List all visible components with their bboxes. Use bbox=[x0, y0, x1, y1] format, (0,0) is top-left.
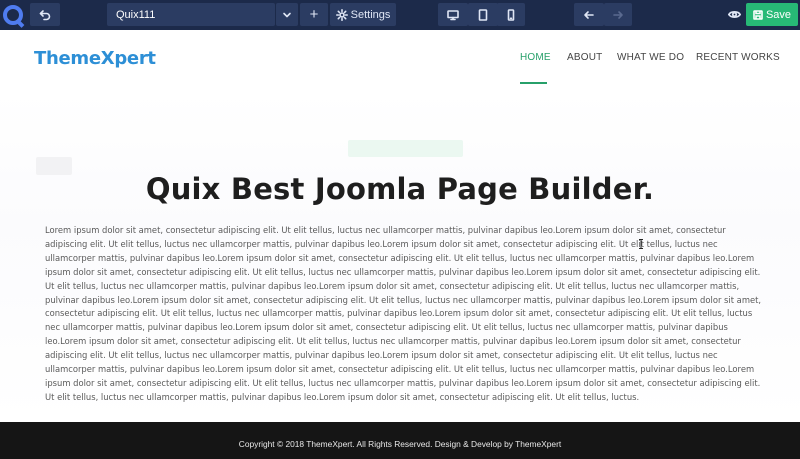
add-page-button[interactable]: + bbox=[300, 3, 328, 26]
quix-logo-icon[interactable] bbox=[0, 0, 26, 30]
page-name: Quix111 bbox=[116, 8, 156, 21]
add-label: + bbox=[309, 6, 319, 23]
page-dropdown-button[interactable] bbox=[276, 3, 298, 26]
text-cursor-icon bbox=[638, 236, 644, 249]
desktop-icon bbox=[447, 9, 459, 20]
tablet-icon bbox=[478, 8, 488, 21]
undo-button[interactable] bbox=[30, 3, 60, 26]
mobile-view-button[interactable] bbox=[497, 3, 525, 26]
preview-button[interactable] bbox=[724, 3, 744, 26]
chevron-down-icon bbox=[283, 12, 291, 17]
settings-label: Settings bbox=[350, 8, 391, 21]
undo-icon bbox=[39, 9, 51, 20]
builder-toolbar: Quix111 + Settings Save bbox=[0, 0, 800, 30]
site-footer: Copyright © 2018 ThemeXpert. All Rights … bbox=[0, 422, 800, 459]
gear-icon bbox=[335, 8, 348, 21]
save-button[interactable]: Save bbox=[746, 3, 798, 26]
nav-item-what-we-do[interactable]: WHAT WE DO bbox=[617, 52, 684, 63]
site-header: ThemeXpert HOME ABOUT WHAT WE DO RECENT … bbox=[0, 30, 800, 92]
hero-body-text: Lorem ipsum dolor sit amet, consectetur … bbox=[45, 225, 762, 402]
hero-section[interactable]: Quix Best Joomla Page Builder. Lorem ips… bbox=[0, 92, 800, 422]
site-logo[interactable]: ThemeXpert bbox=[34, 48, 156, 69]
save-label: Save bbox=[765, 8, 792, 21]
desktop-view-button[interactable] bbox=[438, 3, 468, 26]
back-button[interactable] bbox=[574, 3, 604, 26]
floppy-icon bbox=[753, 9, 763, 20]
nav-item-about[interactable]: ABOUT bbox=[567, 52, 602, 63]
active-nav-indicator bbox=[520, 82, 547, 84]
arrow-left-icon bbox=[584, 10, 594, 19]
hero-title: Quix Best Joomla Page Builder. bbox=[145, 172, 655, 206]
forward-button[interactable] bbox=[604, 3, 632, 26]
tablet-view-button[interactable] bbox=[468, 3, 498, 26]
eye-icon bbox=[727, 11, 741, 18]
nav-item-home[interactable]: HOME bbox=[520, 52, 551, 63]
arrow-right-icon bbox=[613, 10, 623, 19]
footer-copyright: Copyright © 2018 ThemeXpert. All Rights … bbox=[238, 439, 562, 449]
page-selector[interactable]: Quix111 bbox=[107, 3, 275, 26]
settings-button[interactable]: Settings bbox=[330, 3, 396, 26]
mobile-icon bbox=[507, 8, 515, 21]
nav-item-recent-works[interactable]: RECENT WORKS bbox=[696, 52, 780, 63]
hero-tag-placeholder bbox=[348, 140, 463, 157]
